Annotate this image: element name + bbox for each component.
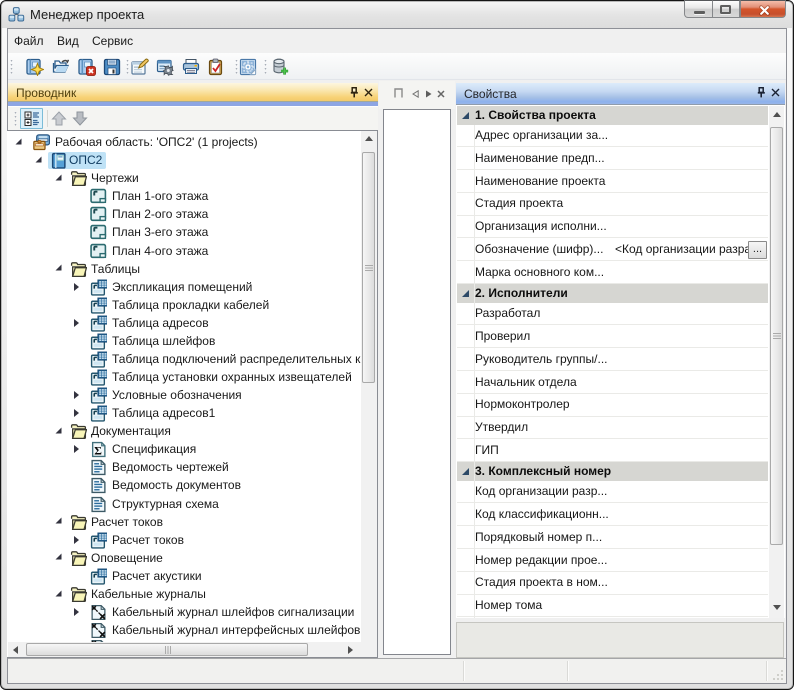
svg-text:Σ: Σ [94, 445, 102, 458]
